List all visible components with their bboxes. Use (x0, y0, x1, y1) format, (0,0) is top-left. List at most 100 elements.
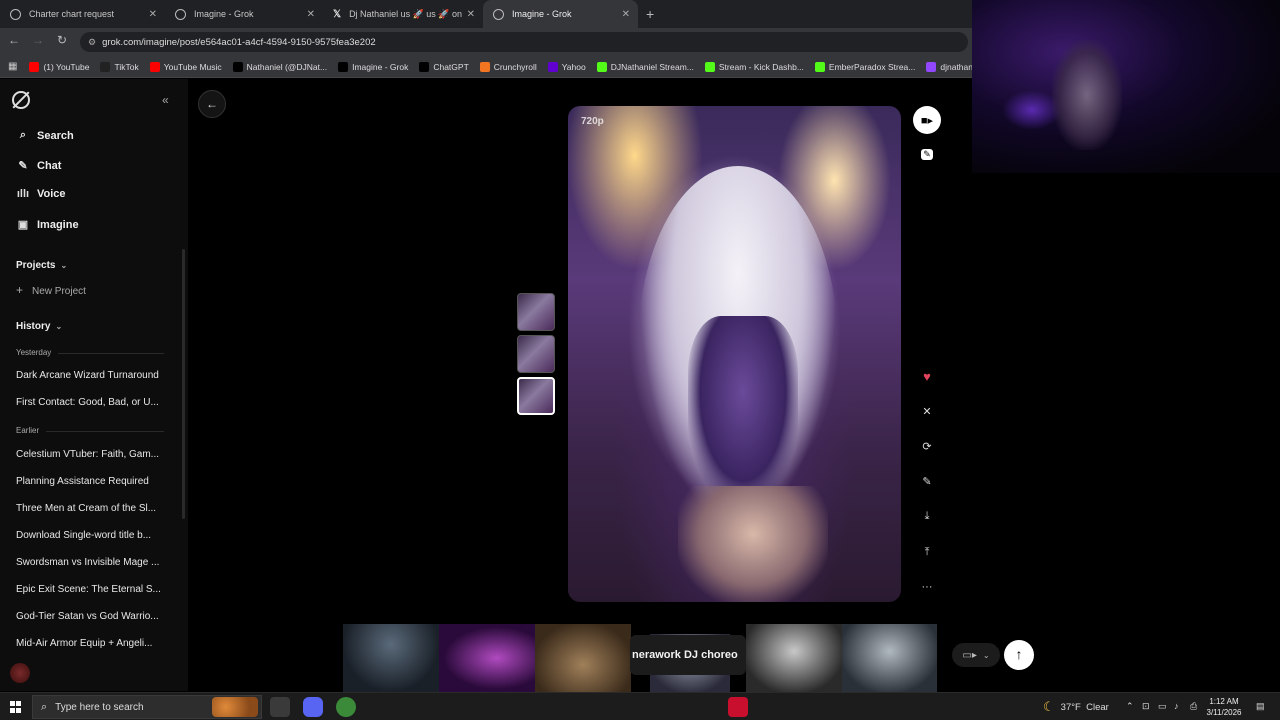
history-item[interactable]: Dark Arcane Wizard Turnaround (16, 370, 166, 381)
prompt-input[interactable]: nerawork DJ choreo (630, 635, 746, 675)
regenerate-button[interactable]: ⟳ (913, 432, 941, 460)
strip-image-glasses-man[interactable] (842, 624, 937, 692)
bookmark-item[interactable]: Yahoo (547, 61, 586, 72)
kick-icon (814, 61, 825, 72)
thumbnail-3-selected[interactable] (517, 377, 555, 415)
history-header[interactable]: History ⌄ (16, 321, 62, 332)
forward-arrow-icon[interactable]: → (30, 33, 46, 47)
volume-icon[interactable]: ♪ (1174, 701, 1179, 711)
history-item[interactable]: God-Tier Satan vs God Warrio... (16, 611, 166, 622)
history-item[interactable]: First Contact: Good, Bad, or U... (16, 397, 166, 408)
like-button[interactable]: ♥ (913, 362, 941, 390)
bookmark-item[interactable]: Crunchyroll (479, 61, 537, 72)
clock[interactable]: 1:12 AM 3/11/2026 (1200, 696, 1248, 718)
voice-icon: ıllı (16, 188, 30, 200)
bookmark-item[interactable]: TikTok (100, 61, 139, 72)
download-button[interactable]: ⤓ (913, 502, 941, 530)
bookmark-item[interactable]: ChatGPT (419, 61, 469, 72)
tab-x-post[interactable]: 𝕏 Dj Nathaniel us 🚀 us 🚀 on X: ' ✕ (323, 0, 483, 28)
tab-imagine-grok[interactable]: Imagine - Grok ✕ (165, 0, 323, 28)
video-camera-icon: ▭▸ (962, 649, 977, 661)
temperature: 37°F (1060, 701, 1081, 713)
bookmark-item[interactable]: djnathanielrs3 - Tw (926, 61, 972, 72)
discord-icon[interactable] (303, 697, 323, 717)
microphone-icon[interactable]: ⎙ (1190, 701, 1197, 712)
taskbar-people-icon[interactable] (212, 697, 258, 717)
user-avatar[interactable] (10, 663, 30, 683)
network-icon[interactable]: ⊡ (1142, 701, 1150, 712)
history-item[interactable]: Download Single-word title b... (16, 530, 166, 541)
new-tab-button[interactable]: + (646, 6, 654, 22)
notifications-icon[interactable]: ▤ (1256, 701, 1265, 712)
strip-image-man[interactable] (343, 624, 439, 692)
thumbnail-1[interactable] (517, 293, 555, 331)
video-mode-selector[interactable]: ▭▸ ⌄ (952, 643, 1000, 667)
history-item[interactable]: Epic Exit Scene: The Eternal S... (16, 584, 166, 595)
close-tab-icon[interactable]: ✕ (307, 9, 315, 20)
sidebar-scrollbar[interactable] (182, 249, 185, 519)
projects-header[interactable]: Projects ⌄ (16, 260, 67, 271)
url-text: grok.com/imagine/post/e564ac01-a4cf-4594… (102, 36, 376, 48)
battery-icon[interactable]: ▭ (1158, 701, 1167, 712)
strip-image-armor[interactable] (746, 624, 842, 692)
reload-icon[interactable]: ↻ (54, 33, 70, 47)
strip-image-cat[interactable] (535, 624, 631, 692)
history-item[interactable]: Swordsman vs Invisible Mage ... (16, 557, 166, 568)
new-project-button[interactable]: + New Project (16, 283, 86, 297)
strip-image-magic[interactable] (439, 624, 535, 692)
nav-label: Imagine (37, 218, 79, 231)
make-video-button[interactable]: ■▸ (913, 106, 941, 134)
close-tab-icon[interactable]: ✕ (149, 9, 157, 20)
nav-imagine[interactable]: ▣ Imagine (16, 218, 79, 232)
generated-image[interactable]: 720p (568, 106, 901, 602)
bookmark-item[interactable]: DJNathaniel Stream... (596, 61, 694, 72)
nav-voice[interactable]: ıllı Voice (16, 188, 66, 200)
bookmark-item[interactable]: Imagine - Grok (338, 61, 408, 72)
collapse-sidebar-icon[interactable]: « (162, 93, 169, 107)
history-item[interactable]: Mid-Air Armor Equip + Angeli... (16, 638, 166, 649)
tab-imagine-grok-active[interactable]: Imagine - Grok ✕ (483, 0, 638, 28)
bookmark-label: djnathanielrs3 - Tw (940, 61, 972, 72)
chevron-down-icon: ⌄ (982, 650, 990, 660)
close-tab-icon[interactable]: ✕ (467, 9, 475, 20)
close-tab-icon[interactable]: ✕ (622, 9, 630, 20)
thumbnail-2[interactable] (517, 335, 555, 373)
share-x-button[interactable]: ✕ (913, 397, 941, 425)
bookmark-item[interactable]: Nathaniel (@DJNat... (232, 61, 327, 72)
app-red-icon[interactable] (728, 697, 748, 717)
heart-icon: ♥ (923, 368, 931, 384)
kick-icon (704, 61, 715, 72)
windows-start-icon[interactable] (10, 701, 22, 713)
chrome-icon[interactable] (336, 697, 356, 717)
history-item[interactable]: Three Men at Cream of the Sl... (16, 503, 166, 514)
nav-chat[interactable]: ✎ Chat (16, 159, 61, 173)
more-options-button[interactable]: ··· (913, 573, 941, 601)
weather-widget[interactable]: ☾ 37°F Clear (1043, 699, 1109, 715)
apps-grid-icon[interactable]: ▦ (8, 61, 17, 72)
edit-image-button[interactable]: ✎ (913, 140, 941, 168)
history-item[interactable]: Celestium VTuber: Faith, Gam... (16, 449, 166, 460)
bookmark-item[interactable]: (1) YouTube (29, 61, 89, 72)
nav-search[interactable]: ⌕ Search (16, 129, 74, 142)
bookmark-item[interactable]: Stream - Kick Dashb... (704, 61, 804, 72)
back-arrow-icon[interactable]: ← (6, 33, 22, 47)
grok-logo-icon[interactable] (12, 91, 30, 109)
x-icon: ✕ (922, 405, 932, 418)
tab-charter-chart[interactable]: Charter chart request ✕ (0, 0, 165, 28)
bookmark-item[interactable]: EmberParadox Strea... (814, 61, 915, 72)
back-button[interactable]: ← (198, 90, 226, 118)
edit-button[interactable]: ✎ (913, 467, 941, 495)
nav-label: Voice (37, 188, 66, 200)
url-field[interactable]: ⚙ grok.com/imagine/post/e564ac01-a4cf-45… (80, 32, 968, 52)
share-button[interactable]: ⤒ (913, 538, 941, 566)
tab-label: Dj Nathaniel us 🚀 us 🚀 on X: ' (349, 8, 464, 19)
history-item[interactable]: Planning Assistance Required (16, 476, 166, 487)
chevron-up-icon[interactable]: ⌃ (1126, 701, 1134, 712)
chatgpt-icon (419, 61, 430, 72)
runescape-icon[interactable] (270, 697, 290, 717)
bookmark-label: TikTok (114, 61, 139, 72)
divider (58, 353, 164, 354)
site-info-icon[interactable]: ⚙ (88, 37, 96, 48)
submit-button[interactable]: ↑ (1004, 640, 1034, 670)
bookmark-item[interactable]: YouTube Music (149, 61, 222, 72)
